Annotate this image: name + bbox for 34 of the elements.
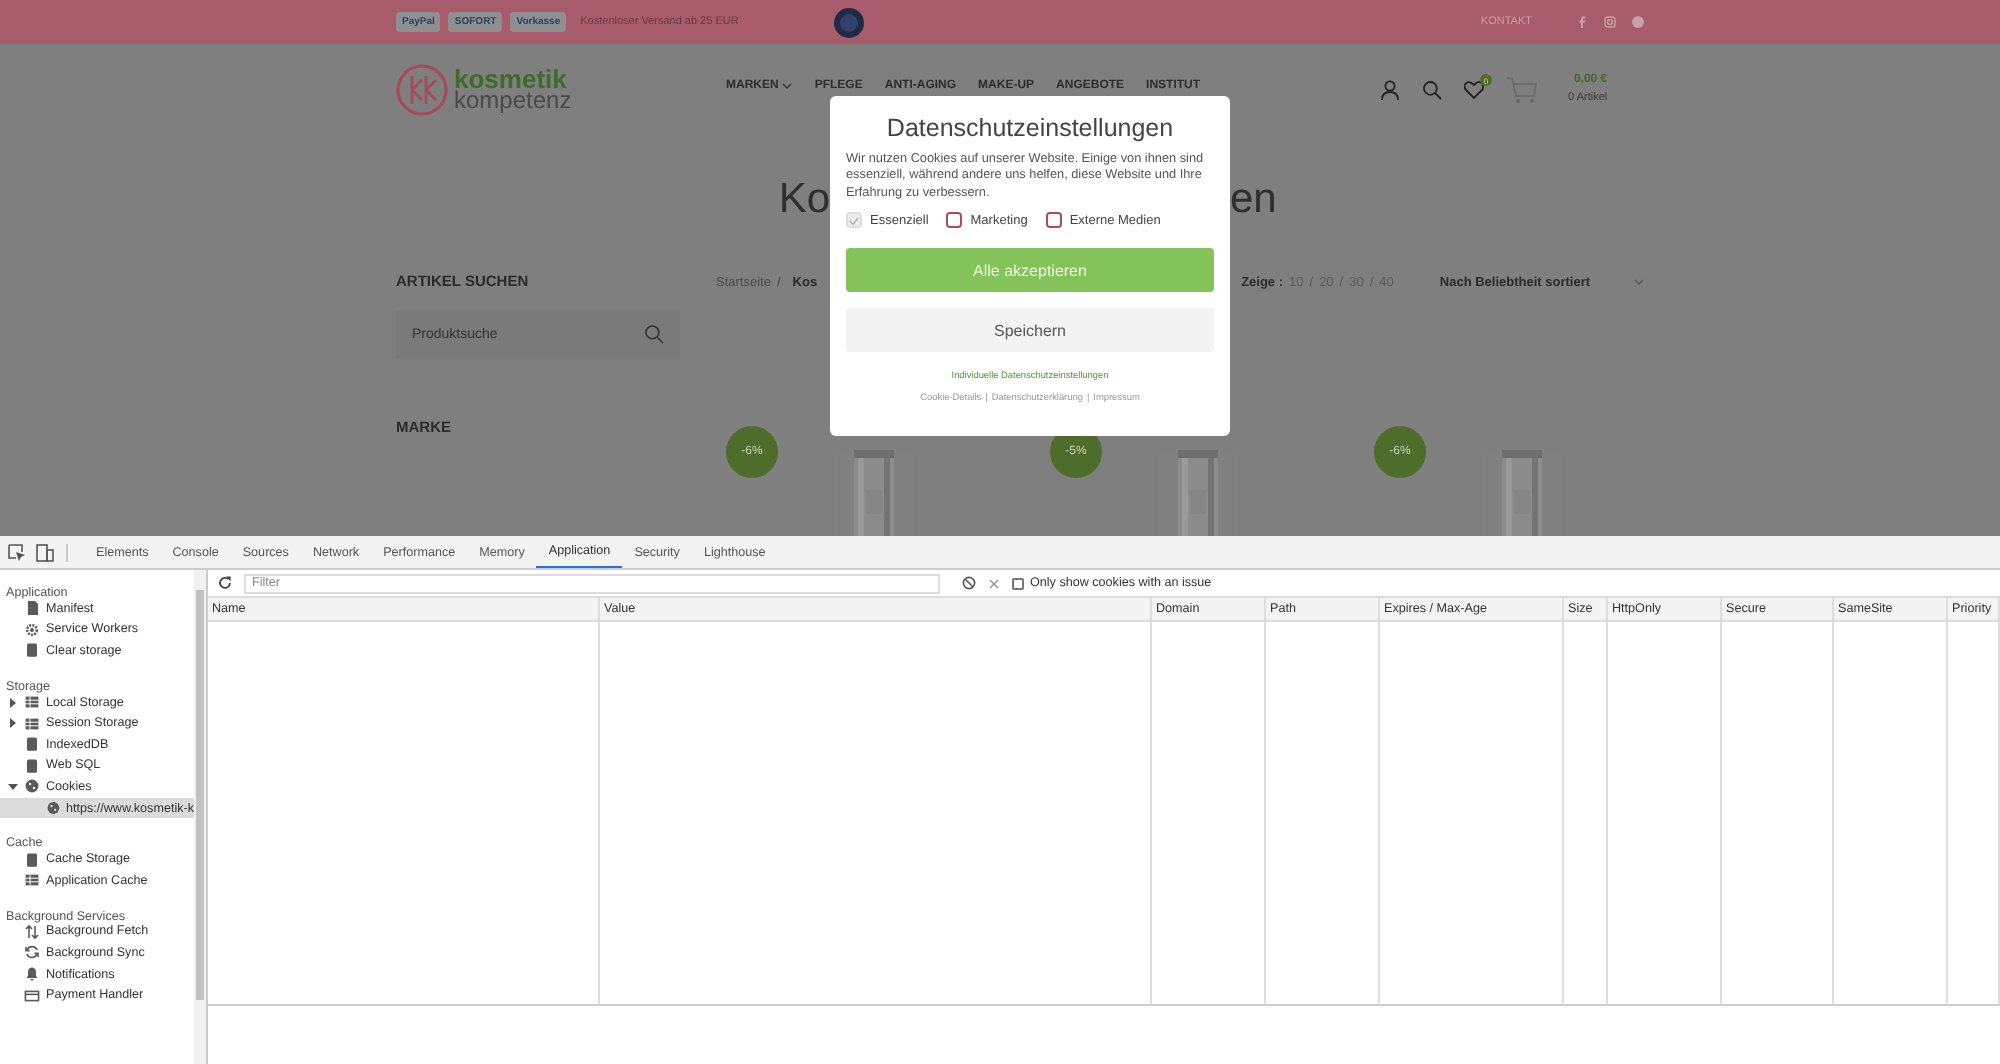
expanded-arrow-icon[interactable] (8, 781, 18, 792)
account-icon[interactable] (1380, 80, 1401, 100)
seal-icon (834, 7, 865, 37)
cylinder-icon (24, 851, 40, 868)
inspect-icon[interactable] (8, 543, 26, 561)
gear-icon (24, 621, 40, 638)
grid-icon (24, 872, 40, 889)
search-icon[interactable] (644, 324, 664, 344)
search-icon[interactable] (1422, 80, 1443, 100)
close-icon[interactable] (988, 577, 1000, 589)
save-button[interactable]: Speichern (846, 308, 1214, 353)
cylinder-icon (24, 642, 40, 659)
checkbox[interactable] (1045, 212, 1062, 229)
refresh-icon[interactable] (218, 576, 232, 590)
cookie-icon (45, 800, 60, 817)
collapsed-arrow-icon[interactable] (8, 697, 18, 708)
sync-icon (24, 944, 40, 961)
clear-icon[interactable] (962, 576, 976, 590)
page-heading: en (1230, 176, 1277, 224)
collapsed-arrow-icon[interactable] (8, 718, 18, 729)
checkbox[interactable] (1012, 577, 1024, 589)
card-icon (24, 987, 40, 1004)
file-icon (24, 600, 40, 617)
heart-icon[interactable] (1464, 80, 1485, 100)
device-icon[interactable] (36, 543, 54, 561)
grid-icon (24, 715, 40, 732)
scrollbar-thumb[interactable] (196, 590, 204, 1000)
cookie-icon (24, 778, 40, 795)
grid-icon (24, 694, 40, 711)
bell-icon (24, 966, 40, 983)
arrows-icon (24, 923, 40, 940)
page-heading: Ko (778, 176, 830, 224)
checkbox[interactable] (946, 212, 963, 229)
dialog-title: Datenschutzeinstellungen (886, 114, 1174, 142)
